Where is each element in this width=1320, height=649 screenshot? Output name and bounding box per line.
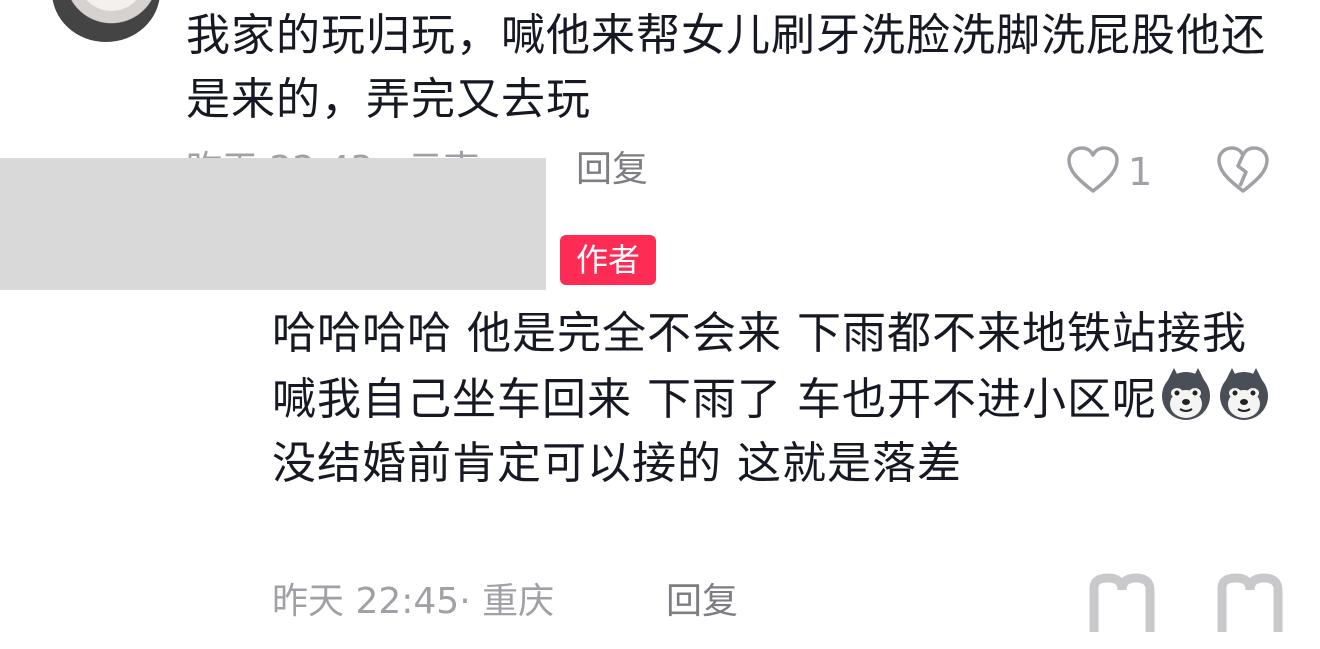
reply-comment-text: 哈哈哈哈 他是完全不会来 下雨都不来地铁站接我 喊我自己坐车回来 下雨了 车也开… [272, 302, 1282, 496]
watermark-logo [1088, 572, 1308, 649]
reply-meta: 昨天 22:45· 重庆 [272, 581, 555, 622]
like-count: 1 [1128, 150, 1153, 194]
reply-text-part2: 没结婚前肯定可以接的 这就是落差 [272, 438, 962, 489]
redacted-block [0, 158, 546, 290]
like-heart-icon[interactable] [1066, 146, 1120, 196]
avatar[interactable] [52, 0, 160, 42]
comment-text: 我家的玩归玩，喊他来帮女儿刷牙洗脸洗脚洗屁股他还是来的，弄完又去玩 [186, 10, 1266, 125]
reply-button[interactable]: 回复 [576, 148, 648, 192]
husky-emoji-icon [1216, 366, 1272, 422]
reply-text-part1: 哈哈哈哈 他是完全不会来 下雨都不来地铁站接我 喊我自己坐车回来 下雨了 车也开… [272, 308, 1247, 425]
author-badge: 作者 [560, 235, 656, 285]
husky-emoji-icon [1158, 366, 1214, 422]
reply-button[interactable]: 回复 [666, 580, 738, 624]
dislike-broken-heart-icon[interactable] [1216, 146, 1270, 196]
